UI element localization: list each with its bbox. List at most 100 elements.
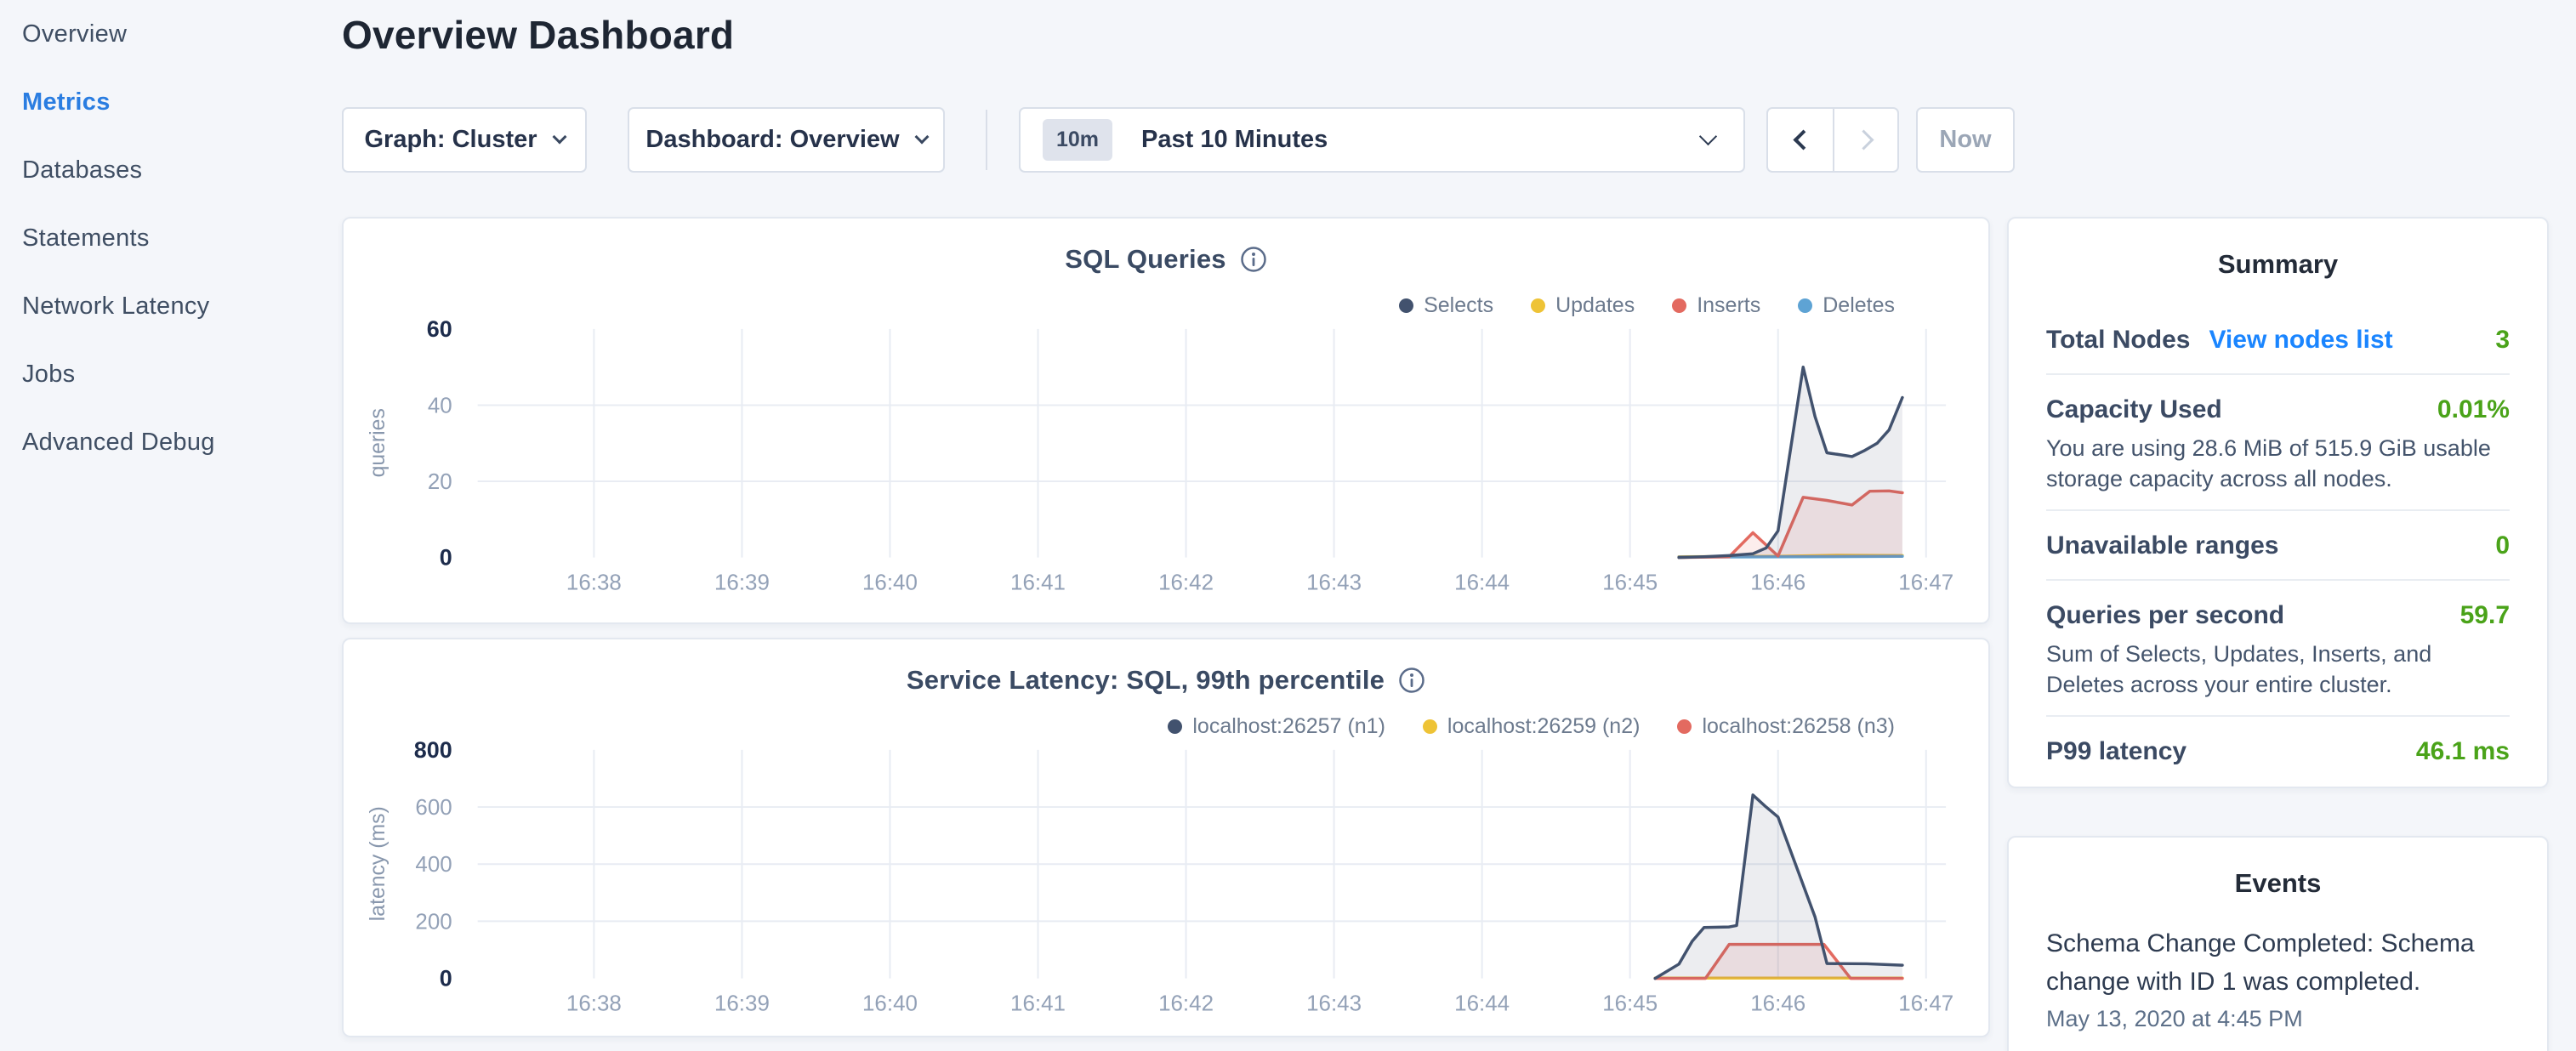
summary-row-label: Total Nodes [2046, 326, 2190, 355]
events-panel: Events Schema Change Completed: Schema c… [2007, 836, 2549, 1051]
summary-row-line: Capacity Used0.01% [2046, 392, 2510, 428]
y-axis-label: latency (ms) [366, 806, 390, 921]
page: { "app": { "page_title": "Overview Dashb… [0, 0, 2576, 1051]
summary-row-line: P99 latency46.1 ms [2046, 734, 2510, 770]
chart-header: SQL Queries [344, 244, 1988, 275]
controls-bar: Graph: Cluster Dashboard: Overview 10m P… [342, 107, 2553, 173]
summary-row-value: 0.01% [2437, 395, 2510, 424]
x-tick-label: 16:46 [1750, 991, 1805, 1015]
legend-item-deletes[interactable]: Deletes [1798, 293, 1895, 318]
info-icon[interactable] [1398, 667, 1425, 694]
y-tick-label: 0 [440, 545, 452, 571]
summary-row-p99-latency: P99 latency46.1 ms [2046, 715, 2510, 785]
summary-row-line: Total Nodes View nodes list 3 [2046, 322, 2510, 358]
sidebar-item-advanced-debug[interactable]: Advanced Debug [0, 408, 319, 476]
y-tick-label: 20 [428, 470, 452, 494]
time-range-dropdown[interactable]: 10m Past 10 Minutes [1019, 107, 1745, 173]
legend-label: Selects [1424, 293, 1493, 318]
graph-scope-label: Graph: Cluster [364, 126, 537, 154]
legend-label: Inserts [1697, 293, 1760, 318]
y-tick-label: 40 [428, 394, 452, 418]
x-tick-label: 16:45 [1602, 991, 1658, 1015]
x-tick-label: 16:44 [1454, 991, 1510, 1015]
legend-item-localhost-26257-n1[interactable]: localhost:26257 (n1) [1168, 714, 1385, 739]
x-tick-label: 16:41 [1010, 571, 1066, 594]
y-tick-label: 800 [414, 737, 452, 763]
sidebar-item-jobs[interactable]: Jobs [0, 340, 319, 408]
view-nodes-list-link[interactable]: View nodes list [2209, 326, 2392, 355]
sidebar-item-databases[interactable]: Databases [0, 136, 319, 204]
sidebar-item-network-latency[interactable]: Network Latency [0, 272, 319, 340]
summary-row-label: Queries per second [2046, 601, 2284, 630]
chart-card-service-latency: Service Latency: SQL, 99th percentile lo… [342, 638, 1990, 1037]
legend-dot-icon [1168, 719, 1182, 734]
chevron-right-icon [1853, 129, 1874, 150]
y-axis-label: queries [366, 408, 390, 477]
legend-dot-icon [1399, 298, 1413, 313]
x-tick-label: 16:38 [566, 571, 622, 594]
now-button[interactable]: Now [1916, 107, 2015, 173]
sidebar-nav: OverviewMetricsDatabasesStatementsNetwor… [0, 0, 319, 476]
y-tick-label: 60 [427, 316, 452, 342]
event-item: Schema Change Completed: Schema change w… [2046, 924, 2510, 1001]
x-tick-label: 16:42 [1158, 571, 1214, 594]
legend-item-selects[interactable]: Selects [1399, 293, 1493, 318]
summary-row-value: 3 [2495, 326, 2510, 355]
chevron-left-icon [1793, 129, 1813, 150]
summary-rows: Total Nodes View nodes list 3 Capacity Used… [2046, 305, 2510, 785]
legend-label: localhost:26259 (n2) [1447, 714, 1641, 739]
sidebar-item-statements[interactable]: Statements [0, 204, 319, 272]
x-tick-label: 16:39 [714, 991, 770, 1015]
x-tick-label: 16:43 [1306, 991, 1362, 1015]
summary-row-line: Unavailable ranges0 [2046, 528, 2510, 564]
time-step-buttons [1766, 107, 1899, 173]
legend-dot-icon [1672, 298, 1686, 313]
info-icon[interactable] [1240, 246, 1267, 273]
x-tick-label: 16:38 [566, 991, 622, 1015]
time-step-forward-button[interactable] [1833, 109, 1897, 171]
x-tick-label: 16:39 [714, 571, 770, 594]
events-title: Events [2046, 838, 2510, 899]
summary-row-description: Sum of Selects, Updates, Inserts, and De… [2046, 639, 2510, 700]
legend-item-inserts[interactable]: Inserts [1672, 293, 1760, 318]
summary-row-label: Unavailable ranges [2046, 531, 2278, 560]
summary-row-unavailable-ranges: Unavailable ranges0 [2046, 509, 2510, 579]
x-tick-label: 16:46 [1750, 571, 1805, 594]
legend-item-localhost-26259-n2[interactable]: localhost:26259 (n2) [1423, 714, 1641, 739]
x-tick-label: 16:45 [1602, 571, 1658, 594]
summary-row-line: Queries per second59.7 [2046, 598, 2510, 633]
legend-label: localhost:26257 (n1) [1192, 714, 1385, 739]
chart-legend: Selects Updates Inserts Deletes [1399, 293, 1895, 318]
y-tick-label: 600 [415, 796, 452, 820]
summary-panel: Summary Total Nodes View nodes list 3 Capac… [2007, 217, 2549, 788]
x-tick-label: 16:40 [862, 571, 918, 594]
sidebar-item-overview[interactable]: Overview [0, 0, 319, 68]
chart-plot-area[interactable]: 16:3816:3916:4016:4116:4216:4316:4416:45… [344, 639, 1988, 1036]
chart-card-sql-queries: SQL Queries Selects Updates Inserts Deletes… [342, 217, 1990, 624]
y-tick-label: 200 [415, 910, 452, 934]
series-area-selects [1679, 367, 1902, 558]
legend-item-updates[interactable]: Updates [1531, 293, 1635, 318]
summary-row-description: You are using 28.6 MiB of 515.9 GiB usab… [2046, 433, 2510, 494]
chevron-down-icon [914, 129, 929, 144]
summary-title: Summary [2046, 219, 2510, 280]
x-tick-label: 16:43 [1306, 571, 1362, 594]
dashboard-dropdown[interactable]: Dashboard: Overview [628, 107, 945, 173]
summary-row-total-nodes: Total Nodes View nodes list 3 [2046, 305, 2510, 373]
summary-row-value: 46.1 ms [2416, 737, 2510, 766]
time-range-badge: 10m [1043, 119, 1112, 161]
legend-dot-icon [1677, 719, 1692, 734]
controls-divider [986, 110, 987, 170]
x-tick-label: 16:41 [1010, 991, 1066, 1015]
chart-plot-area[interactable]: 16:3816:3916:4016:4116:4216:4316:4416:45… [344, 219, 1988, 622]
x-tick-label: 16:47 [1898, 571, 1953, 594]
graph-scope-dropdown[interactable]: Graph: Cluster [342, 107, 587, 173]
event-timestamp: May 13, 2020 at 4:45 PM [2046, 1006, 2510, 1032]
legend-dot-icon [1531, 298, 1545, 313]
page-title: Overview Dashboard [342, 12, 734, 58]
legend-item-localhost-26258-n3[interactable]: localhost:26258 (n3) [1677, 714, 1895, 739]
x-tick-label: 16:40 [862, 991, 918, 1015]
legend-dot-icon [1798, 298, 1812, 313]
time-step-back-button[interactable] [1768, 109, 1833, 171]
sidebar-item-metrics[interactable]: Metrics [0, 68, 319, 136]
